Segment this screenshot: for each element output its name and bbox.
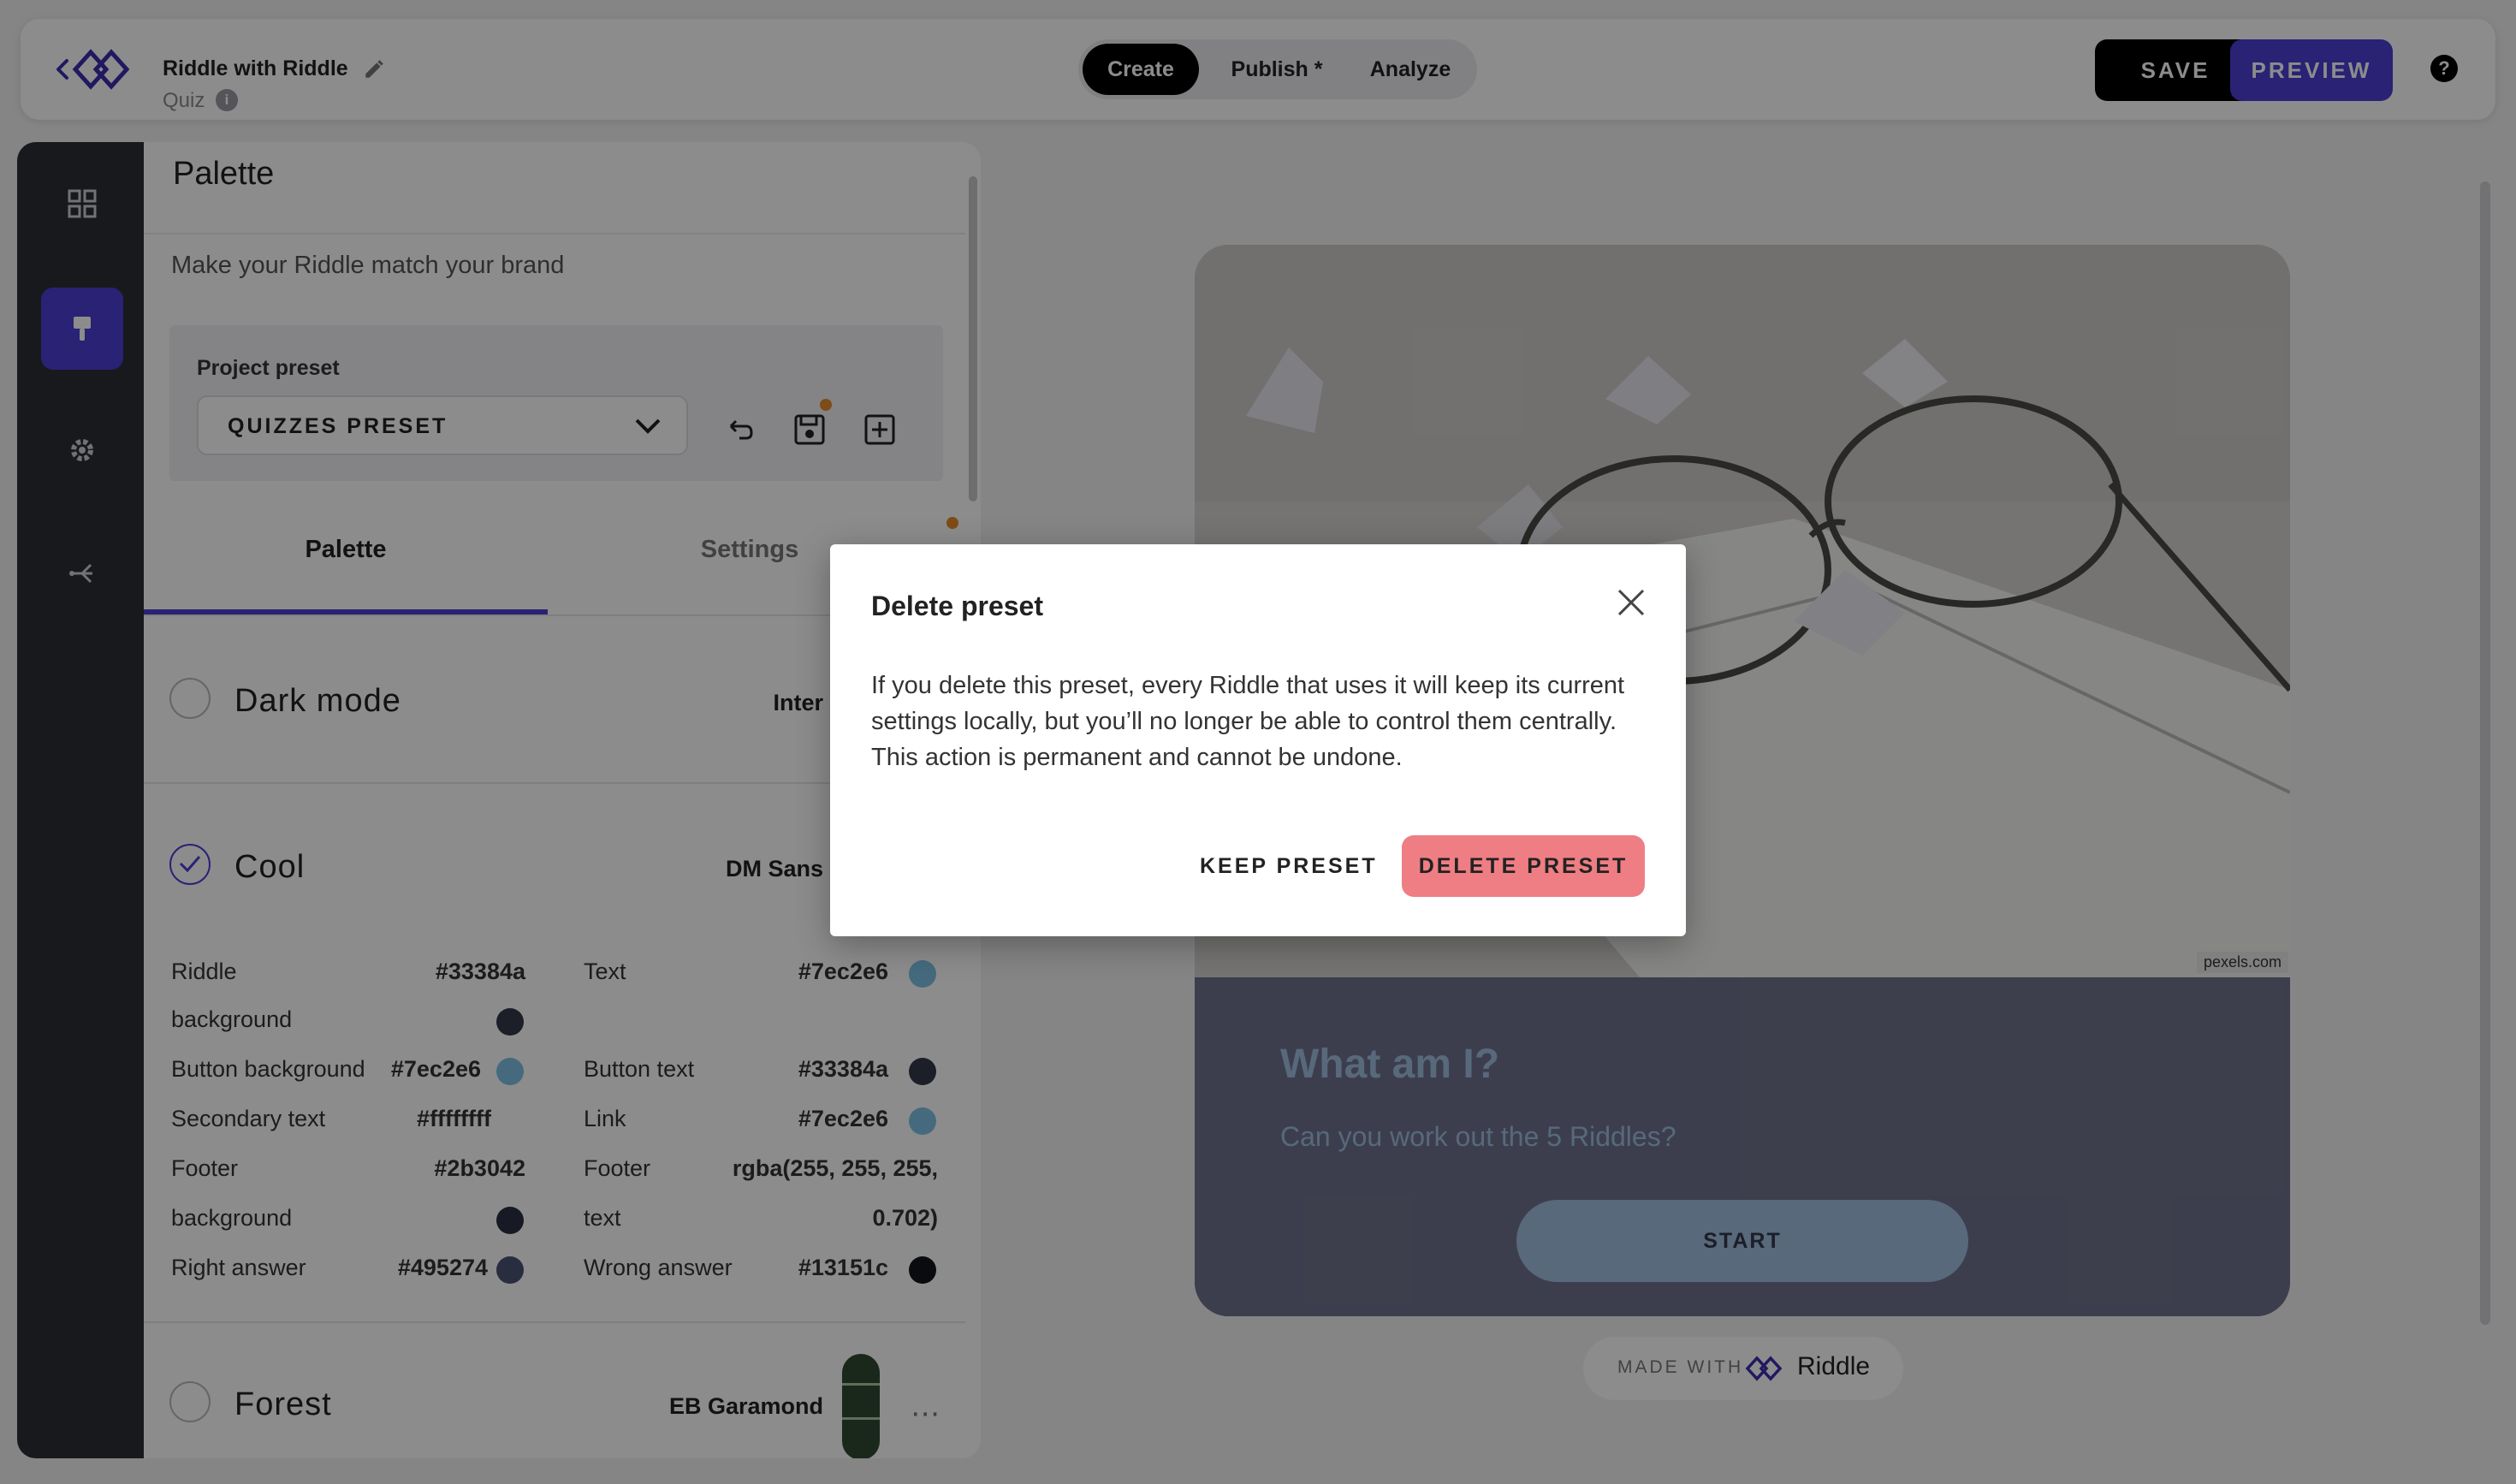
close-icon[interactable]: [1614, 585, 1648, 620]
keep-preset-button[interactable]: KEEP PRESET: [1174, 835, 1403, 897]
dialog-body: If you delete this preset, every Riddle …: [871, 672, 1625, 771]
delete-preset-dialog: Delete preset If you delete this preset,…: [830, 544, 1686, 936]
dialog-title: Delete preset: [871, 591, 1043, 621]
delete-preset-button[interactable]: DELETE PRESET: [1402, 835, 1645, 897]
